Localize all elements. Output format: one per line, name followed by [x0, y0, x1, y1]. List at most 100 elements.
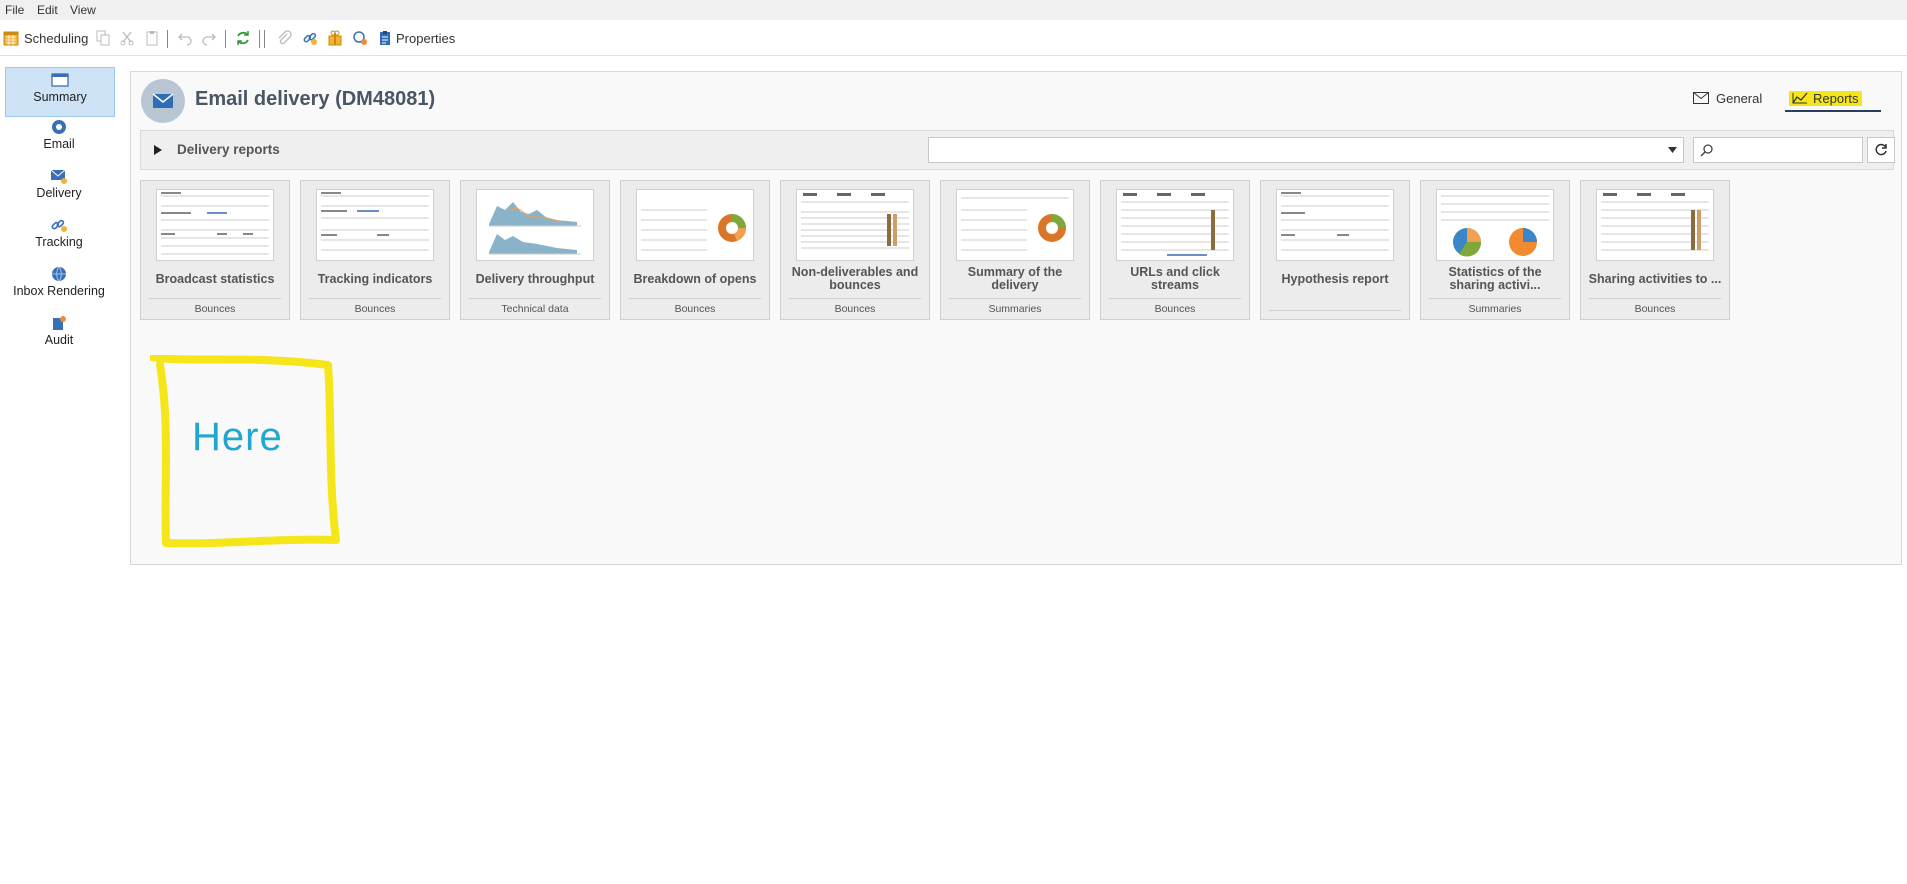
copy-icon[interactable] [95, 30, 111, 46]
delivery-icon [50, 169, 67, 184]
page-title: Email delivery (DM48081) [195, 88, 436, 110]
report-category: Summaries [949, 298, 1081, 315]
report-category [1269, 310, 1401, 315]
report-thumbnail [1436, 189, 1554, 261]
chart-line-icon [1792, 92, 1808, 104]
tab-reports[interactable]: Reports [1785, 86, 1881, 112]
nav-summary[interactable]: Summary [5, 67, 115, 117]
audit-icon [53, 316, 66, 330]
report-category: Bounces [149, 298, 281, 315]
report-category: Technical data [469, 298, 601, 315]
properties-button[interactable]: Properties [396, 31, 455, 46]
report-category: Summaries [1429, 298, 1561, 315]
menu-edit[interactable]: Edit [37, 3, 58, 17]
scheduling-label: Scheduling [24, 30, 89, 46]
search-icon [1700, 144, 1713, 157]
report-thumbnail [956, 189, 1074, 261]
attachment-icon[interactable] [276, 30, 292, 46]
nav-inbox-rendering[interactable]: Inbox Rendering [5, 262, 113, 310]
section-title: Delivery reports [177, 142, 280, 157]
toolbar-separator [225, 30, 226, 48]
report-filter-dropdown[interactable] [928, 137, 1684, 163]
report-thumbnail [156, 189, 274, 261]
report-card[interactable]: Sharing activities to ... Bounces [1580, 180, 1730, 320]
link-icon[interactable] [302, 30, 318, 46]
link-settings-icon[interactable] [352, 30, 368, 46]
report-name: Sharing activities to ... [1588, 271, 1722, 286]
tab-reports-label: Reports [1813, 90, 1859, 106]
tab-general-label: General [1716, 90, 1763, 106]
report-name: Hypothesis report [1281, 271, 1389, 286]
toolbar: Scheduling Properties [0, 21, 1907, 56]
envelope-icon [1693, 92, 1709, 104]
toolbar-separator [259, 30, 260, 48]
report-category: Bounces [1589, 298, 1721, 315]
menu-view[interactable]: View [70, 3, 96, 17]
undo-icon[interactable] [177, 30, 193, 46]
report-thumbnail [1276, 189, 1394, 261]
report-card[interactable]: Delivery throughput Technical data [460, 180, 610, 320]
report-name: Breakdown of opens [633, 271, 757, 286]
report-card[interactable]: Statistics of the sharing activi... Summ… [1420, 180, 1570, 320]
globe-icon [52, 266, 66, 282]
report-name: Non-deliverables and bounces [791, 265, 919, 292]
menu-bar: File Edit View [0, 0, 1907, 20]
cut-icon[interactable] [119, 30, 135, 46]
nav-inbox-rendering-label: Inbox Rendering [13, 284, 105, 298]
report-thumbnail [1116, 189, 1234, 261]
main-panel: Email delivery (DM48081) General Reports… [130, 71, 1902, 565]
nav-summary-label: Summary [33, 90, 87, 104]
chevron-down-icon [1668, 147, 1677, 153]
tab-general[interactable]: General [1693, 86, 1762, 110]
report-thumbnail [316, 189, 434, 261]
refresh-button[interactable] [1867, 137, 1895, 163]
paste-icon[interactable] [144, 30, 160, 46]
report-card[interactable]: Non-deliverables and bounces Bounces [780, 180, 930, 320]
nav-email[interactable]: Email [5, 115, 113, 163]
email-icon [52, 120, 66, 134]
expand-arrow-icon[interactable] [153, 144, 163, 156]
report-card[interactable]: Hypothesis report [1260, 180, 1410, 320]
gift-icon[interactable] [327, 30, 343, 46]
nav-tracking-label: Tracking [35, 235, 83, 249]
report-thumbnail [796, 189, 914, 261]
report-card[interactable]: Breakdown of opens Bounces [620, 180, 770, 320]
nav-email-label: Email [43, 137, 75, 151]
report-name: Summary of the delivery [967, 265, 1063, 292]
report-category: Bounces [629, 298, 761, 315]
report-card[interactable]: Tracking indicators Bounces [300, 180, 450, 320]
report-category: Bounces [309, 298, 441, 315]
delivery-reports-bar: Delivery reports [140, 130, 1895, 170]
calendar-icon [3, 31, 19, 46]
report-category: Bounces [789, 298, 921, 315]
toolbar-separator [167, 30, 168, 48]
menu-file[interactable]: File [5, 3, 24, 17]
report-thumbnail [636, 189, 754, 261]
report-card[interactable]: Summary of the delivery Summaries [940, 180, 1090, 320]
nav-audit[interactable]: Audit [5, 311, 113, 359]
refresh-icon [1875, 143, 1887, 156]
email-delivery-icon [141, 79, 185, 123]
report-name: Tracking indicators [317, 271, 433, 286]
annotation-text: Here [192, 415, 283, 459]
nav-delivery-label: Delivery [36, 186, 82, 200]
report-name: URLs and click streams [1130, 265, 1220, 292]
report-name: Delivery throughput [475, 271, 595, 286]
nav-tracking[interactable]: Tracking [5, 213, 113, 261]
nav-delivery[interactable]: Delivery [5, 164, 113, 212]
report-card[interactable]: Broadcast statistics Bounces [140, 180, 290, 320]
nav-audit-label: Audit [44, 333, 74, 347]
toolbar-separator [264, 30, 265, 48]
clipboard-icon[interactable] [377, 30, 393, 46]
report-card[interactable]: URLs and click streams Bounces [1100, 180, 1250, 320]
report-category: Bounces [1109, 298, 1241, 315]
tracking-icon [51, 219, 67, 232]
scheduling-button[interactable]: Scheduling [3, 30, 88, 46]
report-thumbnail [1596, 189, 1714, 261]
report-name: Statistics of the sharing activi... [1448, 265, 1542, 292]
refresh-icon[interactable] [235, 30, 251, 46]
search-input[interactable] [1693, 137, 1863, 163]
view-tabs: General Reports [1693, 86, 1893, 112]
redo-icon[interactable] [201, 30, 217, 46]
report-name: Broadcast statistics [155, 271, 275, 286]
